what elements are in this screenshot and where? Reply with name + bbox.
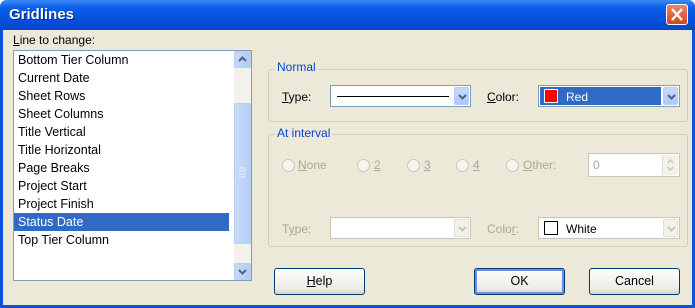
spinner-buttons[interactable] (662, 155, 678, 175)
chevron-down-icon (238, 269, 247, 275)
line-to-change-label: Line to change: (13, 33, 96, 47)
list-item[interactable]: Sheet Columns (14, 105, 229, 123)
normal-color-value: Red (566, 90, 589, 104)
white-color-swatch (544, 221, 558, 235)
normal-type-label: Type: (282, 90, 312, 104)
interval-color-dropdown[interactable]: White (538, 217, 680, 239)
list-item[interactable]: Page Breaks (14, 159, 229, 177)
list-item[interactable]: Top Tier Column (14, 231, 229, 249)
list-item[interactable]: Current Date (14, 69, 229, 87)
normal-color-label: Color: (487, 90, 520, 104)
normal-type-dropdown-button[interactable] (454, 87, 469, 105)
list-scrollbar[interactable] (234, 51, 251, 280)
chevron-down-icon (667, 226, 676, 232)
at-interval-group-title: At interval (275, 126, 333, 140)
close-icon (671, 8, 683, 21)
radio-4-label: 4 (473, 158, 480, 172)
list-item[interactable]: Project Finish (14, 195, 229, 213)
normal-type-dropdown[interactable] (330, 85, 471, 107)
cancel-button[interactable]: Cancel (589, 268, 680, 295)
scroll-down-button[interactable] (234, 263, 251, 280)
other-interval-value: 0 (593, 158, 600, 172)
color-selection-highlight (540, 87, 661, 105)
radio-2-label: 2 (374, 158, 381, 172)
radio-none-label: None (298, 158, 327, 172)
radio-2[interactable] (357, 159, 370, 172)
chevron-down-icon (458, 226, 467, 232)
list-item[interactable]: Project Start (14, 177, 229, 195)
radio-3[interactable] (407, 159, 420, 172)
other-interval-spinner[interactable]: 0 (588, 153, 680, 177)
interval-type-dropdown-button[interactable] (454, 219, 469, 237)
normal-color-dropdown[interactable]: Red (538, 85, 680, 107)
line-list-items: Bottom Tier Column Current Date Sheet Rows… (14, 51, 229, 249)
radio-other-label: Other: (523, 158, 557, 172)
list-item[interactable]: Bottom Tier Column (14, 51, 229, 69)
interval-type-label: Type: (282, 222, 312, 236)
list-item[interactable]: Title Vertical (14, 123, 229, 141)
normal-color-dropdown-button[interactable] (663, 87, 678, 105)
list-item[interactable]: Status Date (14, 213, 229, 231)
interval-type-dropdown[interactable] (330, 217, 471, 239)
radio-none[interactable] (282, 159, 295, 172)
dialog-title: Gridlines (9, 6, 75, 23)
grip-icon (239, 167, 246, 178)
spin-arrows-icon (666, 158, 675, 172)
help-button[interactable]: Help (274, 268, 365, 295)
radio-4[interactable] (456, 159, 469, 172)
gridlines-dialog: Gridlines Line to change: Bottom Tier Co… (0, 0, 695, 308)
chevron-down-icon (458, 94, 467, 100)
list-item[interactable]: Title Horizontal (14, 141, 229, 159)
radio-other[interactable] (506, 159, 519, 172)
radio-3-label: 3 (424, 158, 431, 172)
scroll-up-button[interactable] (234, 51, 251, 68)
interval-color-value: White (566, 222, 597, 236)
chevron-up-icon (238, 56, 247, 62)
red-color-swatch (544, 89, 558, 103)
interval-color-dropdown-button[interactable] (663, 219, 678, 237)
close-button[interactable] (666, 4, 688, 25)
interval-color-label: Color: (487, 222, 520, 236)
ok-button[interactable]: OK (474, 268, 565, 295)
normal-group-title: Normal (275, 60, 318, 74)
chevron-down-icon (667, 94, 676, 100)
line-style-solid (337, 96, 449, 97)
scroll-thumb[interactable] (234, 103, 251, 244)
list-item[interactable]: Sheet Rows (14, 87, 229, 105)
line-list[interactable]: Bottom Tier Column Current Date Sheet Rows… (13, 50, 252, 281)
title-bar[interactable]: Gridlines (0, 0, 695, 30)
